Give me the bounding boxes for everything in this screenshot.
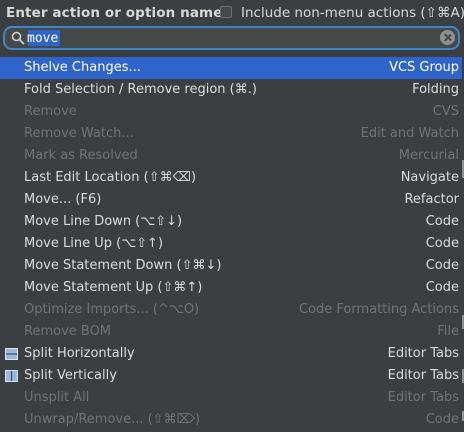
result-group: Navigate xyxy=(400,170,459,185)
result-label: Move Statement Down (⇧⌘↓) xyxy=(24,258,222,273)
result-group: Editor Tabs xyxy=(387,390,459,405)
clear-search-icon[interactable] xyxy=(440,30,455,45)
result-group: Folding xyxy=(412,82,459,97)
result-group: Edit and Watch xyxy=(360,126,459,141)
result-row[interactable]: Move Statement Up (⇧⌘↑) Code xyxy=(0,277,462,299)
result-row[interactable]: Move Statement Down (⇧⌘↓) Code xyxy=(0,255,462,277)
result-label: Remove Watch... xyxy=(24,126,134,141)
result-row[interactable]: Last Edit Location (⇧⌘⌫) Navigate xyxy=(0,167,462,189)
result-group: Code xyxy=(425,214,459,229)
result-group: Code xyxy=(425,236,459,251)
result-group: Code Formatting Actions xyxy=(298,302,459,317)
result-label: Split Vertically xyxy=(24,368,117,383)
result-label: Optimize Imports... (^⌥O) xyxy=(24,302,200,317)
result-group: Code xyxy=(425,258,459,273)
result-label: Shelve Changes... xyxy=(24,60,141,75)
result-group: Mercurial xyxy=(398,148,459,163)
result-row[interactable]: Remove CVS xyxy=(0,101,462,123)
result-label: Unwrap/Remove... (⇧⌘⌦) xyxy=(24,412,201,427)
result-label: Move Statement Up (⇧⌘↑) xyxy=(24,280,203,295)
result-label: Remove BOM xyxy=(24,324,112,339)
dialog-header: Enter action or option name: Include non… xyxy=(0,0,464,26)
result-label: Mark as Resolved xyxy=(24,148,138,163)
search-field[interactable] xyxy=(3,26,460,50)
result-label: Fold Selection / Remove region (⌘.) xyxy=(24,82,257,97)
result-row[interactable]: Remove Watch... Edit and Watch xyxy=(0,123,462,145)
search-input[interactable] xyxy=(27,30,427,46)
result-group: CVS xyxy=(432,104,459,119)
result-row[interactable]: Unsplit All Editor Tabs xyxy=(0,387,462,409)
result-group: VCS Group xyxy=(389,60,459,75)
result-row[interactable]: Shelve Changes... VCS Group xyxy=(0,57,462,79)
result-row[interactable]: Move Line Down (⌥⇧↓) Code xyxy=(0,211,462,233)
include-non-menu-checkbox[interactable] xyxy=(220,6,232,18)
result-label: Move Line Up (⌥⇧↑) xyxy=(24,236,164,251)
prompt-label: Enter action or option name: xyxy=(6,5,228,21)
result-label: Split Horizontally xyxy=(24,346,135,361)
result-row[interactable]: Mark as Resolved Mercurial xyxy=(0,145,462,167)
result-label: Last Edit Location (⇧⌘⌫) xyxy=(24,170,197,185)
result-row[interactable]: Optimize Imports... (^⌥O) Code Formatting… xyxy=(0,299,462,321)
include-non-menu-label[interactable]: Include non-menu actions (⇧⌘A) xyxy=(241,5,464,21)
result-group: Refactor xyxy=(404,192,459,207)
magnifier-icon xyxy=(11,31,25,45)
result-group: File xyxy=(437,324,459,339)
result-group: Editor Tabs xyxy=(387,346,459,361)
result-row[interactable]: Unwrap/Remove... (⇧⌘⌦) Code xyxy=(0,409,462,431)
result-label: Remove xyxy=(24,104,77,119)
result-row[interactable]: Fold Selection / Remove region (⌘.) Foldi… xyxy=(0,79,462,101)
result-row[interactable]: Split Vertically Editor Tabs xyxy=(0,365,462,387)
split-vertical-icon xyxy=(5,370,18,382)
result-row[interactable]: Move Line Up (⌥⇧↑) Code xyxy=(0,233,462,255)
result-label: Unsplit All xyxy=(24,390,90,405)
result-label: Move... (F6) xyxy=(24,192,102,207)
result-row[interactable]: Split Horizontally Editor Tabs xyxy=(0,343,462,365)
result-row[interactable]: Remove BOM File xyxy=(0,321,462,343)
result-row[interactable]: Move... (F6) Refactor xyxy=(0,189,462,211)
results-list: Shelve Changes... VCS Group Fold Selection… xyxy=(0,57,464,431)
result-group: Editor Tabs xyxy=(387,368,459,383)
result-group: Code xyxy=(425,280,459,295)
split-horizontal-icon xyxy=(5,348,18,360)
result-group: Code xyxy=(425,412,459,427)
result-label: Move Line Down (⌥⇧↓) xyxy=(24,214,183,229)
